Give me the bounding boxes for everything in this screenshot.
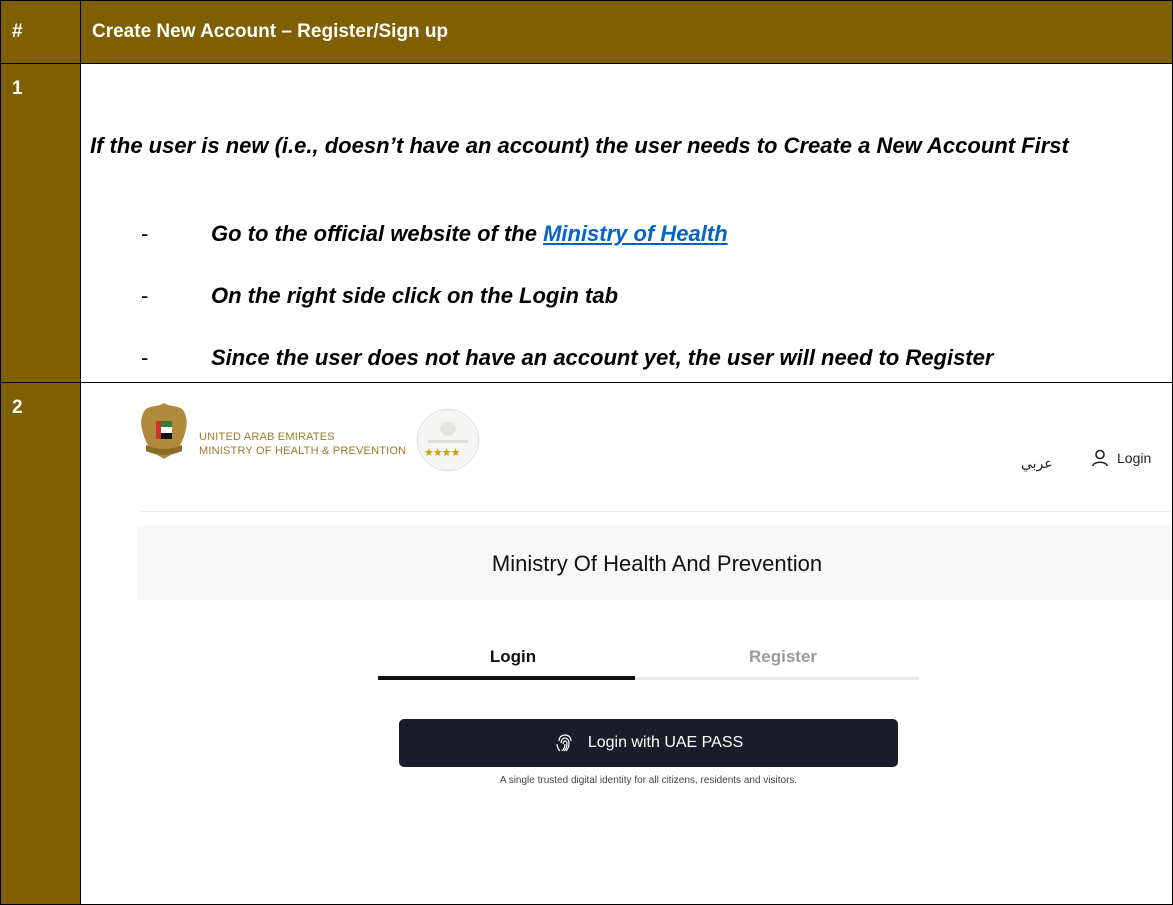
uae-pass-button-label: Login with UAE PASS: [587, 734, 744, 751]
row-2-number-cell: 2: [0, 382, 81, 905]
step-text: Since the user does not have an account …: [211, 345, 994, 370]
bullet-dash: -: [141, 221, 149, 246]
fingerprint-icon: [556, 734, 572, 752]
header-divider: [141, 511, 1172, 512]
excellence-seal-icon: ★★★★: [417, 409, 479, 471]
header-login-link[interactable]: Login: [1091, 449, 1151, 467]
step-text: On the right side click on the Login tab: [211, 283, 619, 308]
ministry-brand-text: UNITED ARAB EMIRATES MINISTRY OF HEALTH …: [199, 430, 406, 458]
seal-stars: ★★★★: [424, 447, 460, 459]
tab-active-indicator: [378, 676, 635, 680]
bullet-dash: -: [141, 345, 149, 370]
table-header-row: # Create New Account – Register/Sign up: [0, 0, 1173, 64]
step-row-2: 2 UNITED ARAB EMIRATES MINISTRY OF HEALT…: [0, 382, 1173, 905]
login-with-uae-pass-button[interactable]: Login with UAE PASS: [399, 719, 898, 767]
header-number-cell: #: [0, 0, 81, 64]
brand-line-1: UNITED ARAB EMIRATES: [199, 431, 335, 443]
website-screenshot: UNITED ARAB EMIRATES MINISTRY OF HEALTH …: [81, 383, 1172, 904]
page-banner: Ministry Of Health And Prevention: [137, 525, 1172, 600]
uae-pass-description: A single trusted digital identity for al…: [499, 775, 798, 786]
tab-login[interactable]: Login: [378, 647, 648, 667]
row-2-number: 2: [12, 397, 23, 418]
row-1-number-cell: 1: [0, 63, 81, 383]
user-icon: [1092, 449, 1108, 467]
intro-paragraph: If the user is new (i.e., doesn’t have a…: [90, 133, 1069, 158]
brand-line-2: MINISTRY OF HEALTH & PREVENTION: [199, 445, 407, 457]
row-1-number: 1: [12, 78, 23, 99]
bullet-dash: -: [141, 283, 149, 308]
banner-title: Ministry Of Health And Prevention: [491, 551, 823, 576]
step-text: Go to the official website of the: [211, 221, 544, 246]
instruction-table: # Create New Account – Register/Sign up …: [0, 0, 1173, 905]
header-number-label: #: [12, 21, 23, 42]
header-title-cell: Create New Account – Register/Sign up: [80, 0, 1173, 64]
header-title-label: Create New Account – Register/Sign up: [92, 21, 449, 42]
header-login-label: Login: [1117, 450, 1152, 466]
arabic-language-link[interactable]: عربي: [1021, 455, 1053, 472]
row-1-content-cell: If the user is new (i.e., doesn’t have a…: [80, 63, 1173, 383]
ministry-of-health-link[interactable]: Ministry of Health: [543, 221, 728, 246]
tab-register[interactable]: Register: [648, 647, 918, 667]
emirates-falcon-logo: [141, 403, 187, 459]
step-row-1: 1 If the user is new (i.e., doesn’t have…: [0, 63, 1173, 383]
row-2-screenshot-cell: UNITED ARAB EMIRATES MINISTRY OF HEALTH …: [80, 382, 1173, 905]
